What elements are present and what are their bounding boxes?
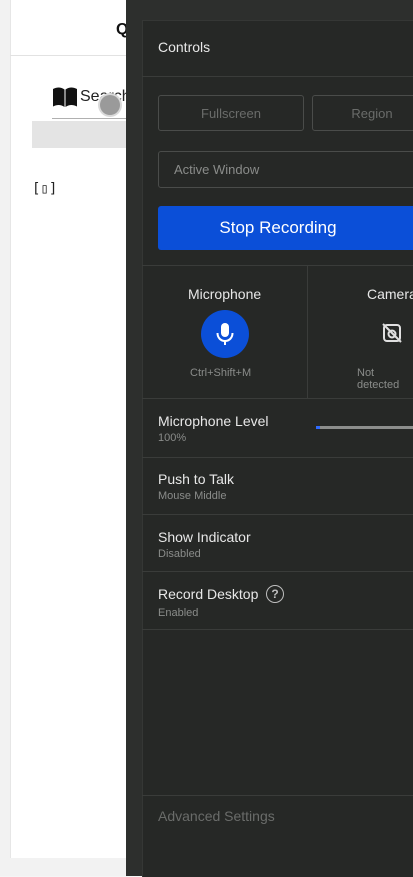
divider	[142, 76, 413, 77]
fullscreen-mode-button[interactable]: Fullscreen	[158, 95, 304, 131]
camera-label: Camera	[367, 286, 413, 302]
book-icon	[53, 87, 77, 107]
controls-title: Controls	[158, 39, 211, 55]
help-icon[interactable]: ?	[266, 585, 284, 603]
show-indicator-title: Show Indicator	[158, 529, 251, 545]
show-indicator-setting[interactable]: Show Indicator Disabled	[142, 515, 413, 572]
stop-recording-button[interactable]: Stop Recording	[158, 206, 413, 250]
region-mode-button[interactable]: Region	[312, 95, 413, 131]
record-desktop-title: Record Desktop	[158, 586, 259, 602]
microphone-level-title: Microphone Level	[158, 413, 269, 429]
microphone-level-slider[interactable]	[316, 426, 413, 429]
push-to-talk-setting[interactable]: Push to Talk Mouse Middle	[142, 458, 413, 515]
microphone-icon	[216, 323, 234, 345]
divider	[307, 266, 308, 398]
microphone-level-fill	[316, 426, 320, 429]
active-window-select[interactable]: Active Window	[158, 151, 413, 188]
divider	[142, 265, 413, 266]
mouse-cursor-indicator	[100, 95, 120, 115]
microphone-level-value: 100%	[158, 432, 187, 444]
microphone-shortcut: Ctrl+Shift+M	[190, 367, 252, 379]
divider	[142, 795, 413, 796]
camera-status: Not detected	[357, 367, 400, 391]
microphone-toggle-button[interactable]	[201, 310, 249, 358]
background-glyph: [▯]	[32, 181, 58, 197]
camera-off-icon[interactable]	[381, 322, 403, 344]
show-indicator-value: Disabled	[158, 548, 201, 560]
background-grey-bar	[32, 121, 132, 148]
search-underline	[52, 118, 132, 119]
push-to-talk-value: Mouse Middle	[158, 490, 227, 502]
advanced-settings-link[interactable]: Advanced Settings	[158, 808, 275, 824]
record-desktop-value: Enabled	[158, 607, 199, 619]
push-to-talk-title: Push to Talk	[158, 471, 235, 487]
microphone-label: Microphone	[188, 286, 262, 302]
